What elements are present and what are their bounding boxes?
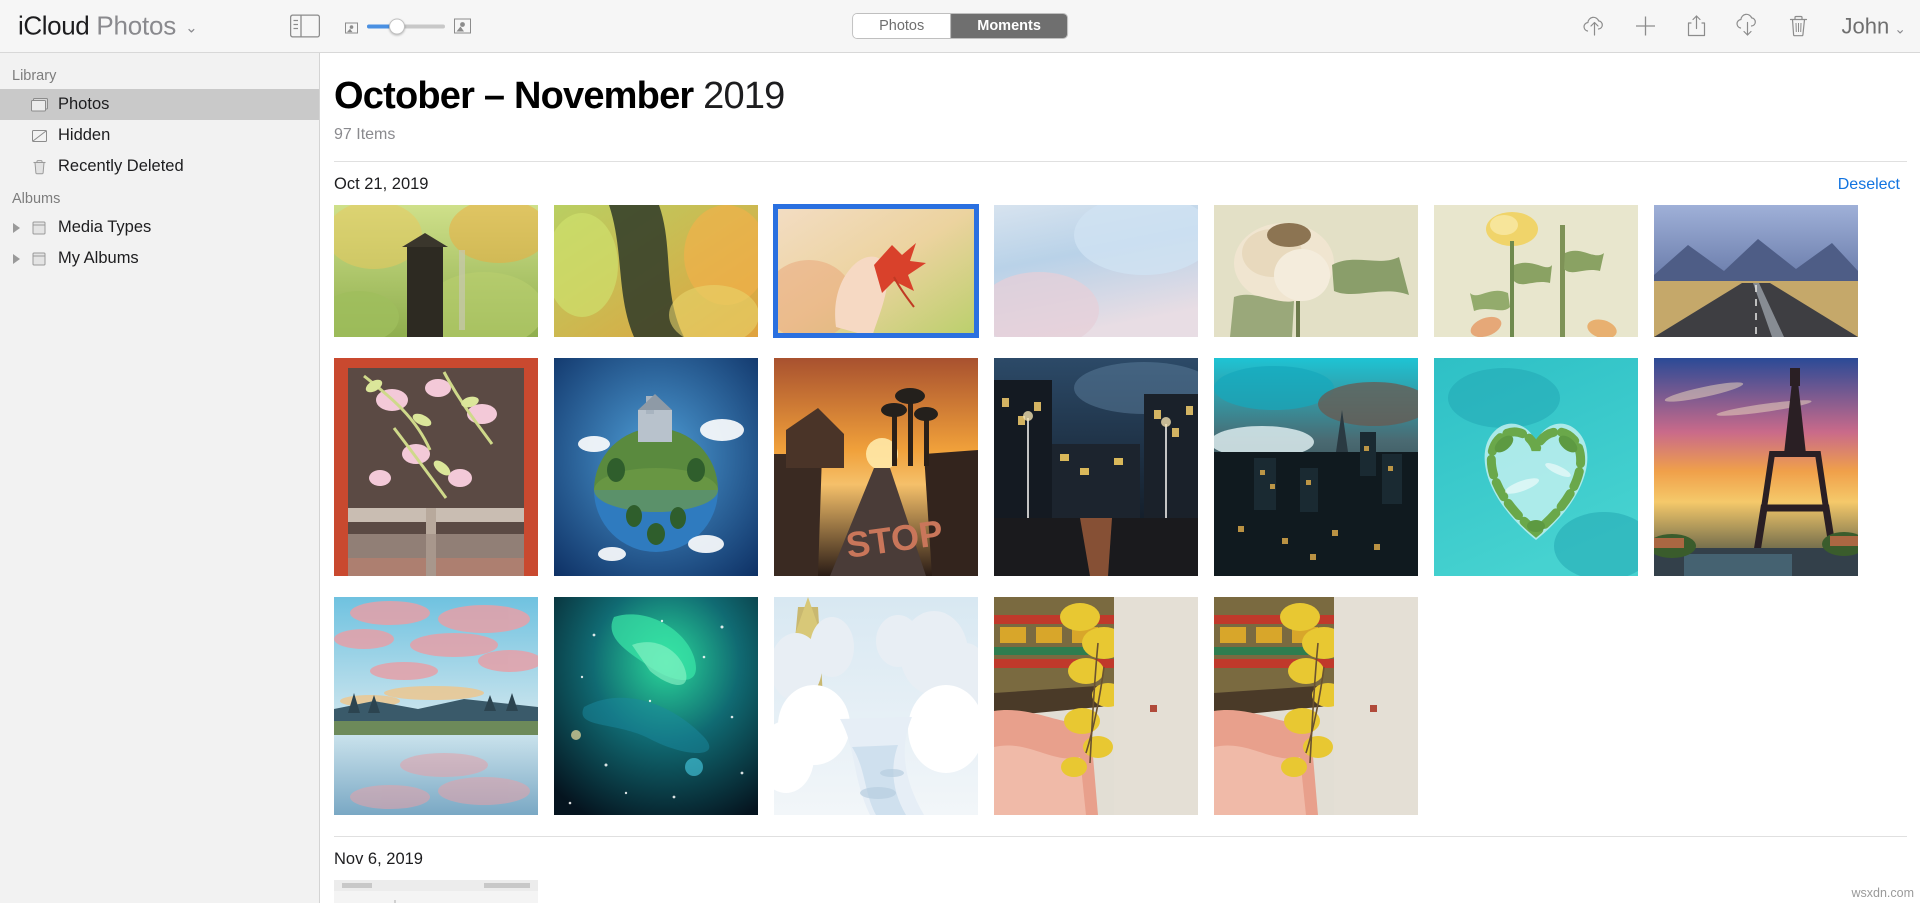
hidden-icon [30, 128, 49, 144]
photo-thumbnail[interactable] [1654, 358, 1858, 576]
sidebar-item-media-types[interactable]: Media Types [0, 212, 319, 243]
brand-photos-label: Photos [96, 10, 177, 41]
small-thumbnail-icon[interactable] [345, 21, 358, 34]
photo-thumbnail[interactable] [554, 205, 758, 337]
photo-grid-panel: October – November 2019 97 Items Oct 21,… [321, 53, 1920, 903]
account-menu[interactable]: John ⌄ [1842, 13, 1906, 39]
photo-thumbnail[interactable] [334, 358, 538, 576]
page-title-year: 2019 [703, 75, 785, 117]
page-title: October – November 2019 [334, 75, 1920, 118]
photo-thumbnail[interactable] [774, 205, 978, 337]
moment-header: Nov 6, 2019 [321, 837, 1920, 880]
account-name-label: John [1841, 13, 1890, 38]
sidebar-item-label: Media Types [58, 218, 152, 236]
tab-photos[interactable]: Photos [853, 14, 951, 38]
photo-thumbnail[interactable] [994, 205, 1198, 337]
trash-icon [30, 159, 49, 175]
brand-icloud-label: iCloud [18, 10, 90, 41]
photo-thumbnail[interactable] [774, 597, 978, 815]
moment-header: Oct 21, 2019 Deselect [321, 162, 1920, 205]
top-toolbar: iCloud Photos ⌄ Photos Moments John ⌄ [0, 0, 1920, 53]
photo-thumbnail[interactable] [554, 597, 758, 815]
page-title-range: October – November [334, 75, 694, 117]
page-header: October – November 2019 97 Items [321, 53, 1920, 144]
photo-row [321, 880, 1920, 903]
thumbnail-size-slider[interactable] [367, 18, 445, 34]
thumbnail-size-control[interactable] [345, 18, 471, 34]
photo-row [321, 205, 1920, 337]
photo-thumbnail[interactable] [334, 597, 538, 815]
chevron-down-icon: ⌄ [1894, 20, 1906, 36]
moment-date-label: Nov 6, 2019 [334, 850, 423, 868]
sidebar-item-photos[interactable]: Photos [0, 89, 319, 120]
sidebar-item-hidden[interactable]: Hidden [0, 120, 319, 151]
sidebar-group-library-title: Library [12, 68, 57, 84]
sidebar-item-label: Photos [58, 95, 110, 113]
sidebar-group-albums-title: Albums [12, 191, 61, 207]
photo-thumbnail[interactable]: STOP [774, 358, 978, 576]
photo-thumbnail[interactable] [1434, 205, 1638, 337]
folder-icon [30, 251, 49, 267]
moment-date-label: Oct 21, 2019 [334, 175, 429, 193]
photo-thumbnail[interactable] [334, 205, 538, 337]
photo-thumbnail[interactable] [994, 597, 1198, 815]
photo-thumbnail[interactable] [1214, 205, 1418, 337]
plus-icon[interactable] [1632, 13, 1659, 40]
chevron-down-icon[interactable]: ⌄ [185, 19, 198, 37]
download-icon[interactable] [1734, 13, 1761, 40]
sidebar-item-my-albums[interactable]: My Albums [0, 243, 319, 274]
slider-knob[interactable] [388, 18, 405, 34]
app-brand[interactable]: iCloud Photos ⌄ [18, 11, 198, 42]
trash-icon[interactable] [1785, 13, 1812, 40]
photo-row [321, 597, 1920, 815]
deselect-link[interactable]: Deselect [1838, 176, 1900, 194]
toolbar-actions: John ⌄ [1581, 13, 1906, 40]
sidebar-item-label: My Albums [58, 249, 139, 267]
large-thumbnail-icon[interactable] [454, 18, 471, 34]
photo-thumbnail[interactable] [1214, 358, 1418, 576]
photo-thumbnail[interactable] [1214, 597, 1418, 815]
sidebar-item-recently-deleted[interactable]: Recently Deleted [0, 151, 319, 182]
watermark-label: wsxdn.com [1851, 886, 1914, 900]
tab-moments[interactable]: Moments [950, 14, 1067, 38]
sidebar-item-label: Recently Deleted [58, 157, 184, 175]
photo-thumbnail[interactable] [1434, 358, 1638, 576]
photo-thumbnail[interactable] [994, 358, 1198, 576]
upload-icon[interactable] [1581, 13, 1608, 40]
photo-row: STOP [321, 358, 1920, 576]
sidebar: Library Photos Hidden Recently Deleted A… [0, 53, 320, 903]
photo-thumbnail[interactable] [1654, 205, 1858, 337]
disclosure-triangle-icon[interactable] [13, 253, 20, 264]
photos-icon [30, 97, 49, 113]
moment-section: Nov 6, 2019 [321, 837, 1920, 903]
folder-icon [30, 220, 49, 236]
view-mode-segmented-control[interactable]: Photos Moments [852, 13, 1068, 39]
photo-thumbnail[interactable] [334, 880, 538, 903]
photo-thumbnail[interactable] [554, 358, 758, 576]
moment-section: Oct 21, 2019 Deselect STOP [321, 162, 1920, 815]
sidebar-toggle-icon[interactable] [289, 14, 321, 38]
sidebar-item-label: Hidden [58, 126, 111, 144]
disclosure-triangle-icon[interactable] [13, 222, 20, 233]
item-count-label: 97 Items [334, 126, 396, 143]
share-icon[interactable] [1683, 13, 1710, 40]
